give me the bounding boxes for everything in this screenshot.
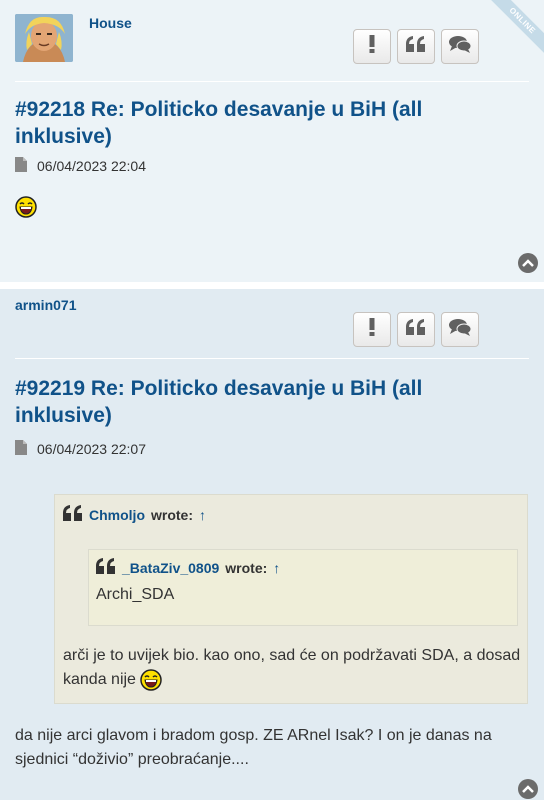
divider [15,81,529,82]
avatar[interactable] [15,14,73,62]
nested-quote-text: Archi_SDA [96,586,175,603]
divider [15,358,529,359]
post-actions [353,29,479,64]
post-meta: 06/04/2023 22:07 [15,440,146,458]
username[interactable]: armin071 [15,297,76,313]
online-badge: ONLINE [484,0,544,60]
report-button[interactable] [353,312,391,347]
reply-button[interactable] [441,29,479,64]
post-title[interactable]: #92219 Re: Politicko desavanje u BiH (al… [15,375,504,429]
post-date: 06/04/2023 22:07 [37,441,146,457]
reply-button[interactable] [441,312,479,347]
quote-header: Chmoljo wrote: ↑ [63,505,206,524]
report-icon [368,35,376,58]
quote-wrote: wrote: [225,559,268,576]
laughing-smiley-icon [140,669,163,691]
post-date: 06/04/2023 22:04 [37,158,146,174]
quote-author[interactable]: Chmoljo [89,507,145,523]
quote-wrote: wrote: [151,506,193,523]
report-button[interactable] [353,29,391,64]
quote-block: Chmoljo wrote: ↑ _BataZiv_0809 wrote: ↑ … [54,494,528,704]
post-meta: 06/04/2023 22:04 [15,157,146,175]
quote-button[interactable] [397,29,435,64]
quote-text-content: arči je to uvijek bio. kao ono, sad će o… [63,647,521,688]
post-92218: House ONLINE #92218 Re: Politicko desava… [0,0,544,283]
chevron-up-icon [522,780,534,798]
quote-mark-icon [63,505,83,524]
comment-icon [449,35,472,58]
comment-icon [449,318,472,341]
report-icon [368,318,376,341]
quote-mark-icon [96,558,116,577]
chevron-up-icon [522,254,534,272]
quote-button[interactable] [397,312,435,347]
post-92219: armin071 #92219 Re: Politicko desavanje … [0,289,544,800]
quote-text: arči je to uvijek bio. kao ono, sad će o… [63,644,523,692]
quote-icon [406,36,426,57]
quote-header: _BataZiv_0809 wrote: ↑ [96,558,280,577]
quote-source-arrow[interactable]: ↑ [199,507,206,523]
back-to-top-button[interactable] [518,779,538,799]
file-icon [15,440,27,458]
back-to-top-button[interactable] [518,253,538,273]
nested-quote-block: _BataZiv_0809 wrote: ↑ Archi_SDA [88,549,518,626]
file-icon [15,157,27,175]
post-title[interactable]: #92218 Re: Politicko desavanje u BiH (al… [15,96,504,150]
post-actions [353,312,479,347]
username[interactable]: House [89,15,132,31]
quote-author[interactable]: _BataZiv_0809 [122,560,219,576]
post-body: da nije arci glavom i bradom gosp. ZE AR… [15,727,492,768]
quote-source-arrow[interactable]: ↑ [273,560,280,576]
quote-icon [406,319,426,340]
laughing-smiley-icon [15,196,37,218]
online-label: ONLINE [488,0,544,55]
